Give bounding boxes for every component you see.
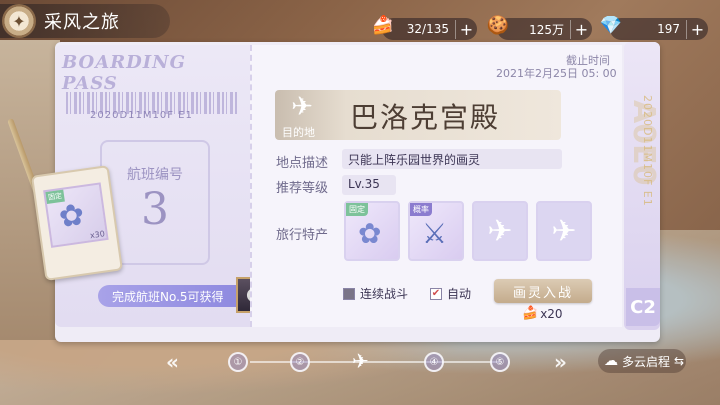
nav-dot-5[interactable]: ⑤ bbox=[490, 352, 510, 372]
location-value: 只能上阵乐园世界的画灵 bbox=[342, 149, 562, 169]
weapon-icon: ⚔ bbox=[422, 217, 448, 250]
nav-dot-2[interactable]: ② bbox=[290, 352, 310, 372]
reward-tag[interactable]: 固定 ✿ x30 bbox=[31, 165, 123, 281]
tag-count: x30 bbox=[89, 229, 106, 241]
airplane-icon: ✈ bbox=[291, 92, 313, 122]
fairy-figure-icon: ✿ bbox=[358, 217, 382, 250]
weather-departure-button[interactable]: ☁ 多云启程 ⇆ bbox=[598, 349, 686, 373]
stub-text: 2020D11M10F E1 bbox=[641, 95, 654, 207]
reward-hint: 完成航班No.5可获得 bbox=[98, 285, 238, 307]
macaron-icon: 🍪 bbox=[486, 14, 510, 36]
specialty-badge-fixed: 固定 bbox=[346, 203, 368, 216]
add-macaron-button[interactable]: + bbox=[570, 19, 592, 39]
prev-page-button[interactable]: « bbox=[166, 350, 179, 374]
airplane-icon: ✈ bbox=[487, 213, 513, 249]
destination-label: 目的地 bbox=[282, 126, 315, 139]
level-value: Lv.35 bbox=[342, 175, 396, 195]
swap-icon: ⇆ bbox=[674, 354, 685, 368]
resource-macaron: 🍪 125万 + bbox=[487, 15, 592, 40]
top-bar: ✦ 采风之旅 🍰 32/135 + 🍪 125万 + 💎 197 + bbox=[0, 0, 720, 42]
stub-code: C2 bbox=[626, 288, 660, 326]
reward-tag-item: 固定 ✿ x30 bbox=[43, 182, 109, 248]
current-flight-plane-icon: ✈ bbox=[352, 349, 369, 373]
cake-icon: 🍰 bbox=[522, 306, 539, 321]
destination-name: 巴洛克宫殿 bbox=[350, 101, 501, 134]
boarding-pass-heading: BOARDING PASS bbox=[62, 52, 187, 94]
level-label: 推荐等级 bbox=[276, 181, 329, 196]
deadline-time: 2021年2月25日 05: 00 bbox=[496, 67, 617, 80]
specialty-badge-chance: 概率 bbox=[410, 203, 432, 216]
resource-gem: 💎 197 + bbox=[600, 15, 708, 40]
specialty-item-1[interactable]: 固定 ✿ bbox=[344, 201, 400, 261]
fairy-figure-icon: ✿ bbox=[56, 197, 87, 236]
nav-dot-4[interactable]: ④ bbox=[424, 352, 444, 372]
add-gem-button[interactable]: + bbox=[686, 19, 708, 39]
emblem-icon: ✦ bbox=[2, 4, 36, 38]
gem-icon: 💎 bbox=[599, 14, 623, 36]
continuous-battle-checkbox[interactable]: 连续战斗 bbox=[343, 285, 408, 302]
auto-label: 自动 bbox=[447, 287, 472, 301]
battle-cost: 🍰 x20 bbox=[522, 306, 563, 321]
cost-value: x20 bbox=[540, 306, 563, 321]
nav-dot-1[interactable]: ① bbox=[228, 352, 248, 372]
nav-track bbox=[250, 361, 500, 363]
checkbox-icon bbox=[343, 287, 355, 300]
next-page-button[interactable]: » bbox=[554, 350, 567, 374]
specialty-label: 旅行特产 bbox=[276, 228, 329, 243]
flight-number: 3 bbox=[141, 184, 169, 235]
cake-icon: 🍰 bbox=[371, 14, 395, 36]
airplane-icon: ✈ bbox=[551, 213, 577, 249]
title-bar[interactable]: ✦ 采风之旅 bbox=[0, 4, 170, 38]
page-title: 采风之旅 bbox=[44, 12, 120, 33]
specialty-item-2[interactable]: 概率 ⚔ bbox=[408, 201, 464, 261]
cloud-icon: ☁ bbox=[604, 353, 618, 369]
checkmark-icon: ✔ bbox=[430, 287, 442, 300]
resource-cake: 🍰 32/135 + bbox=[372, 15, 477, 40]
auto-checkbox[interactable]: ✔ 自动 bbox=[430, 285, 471, 302]
location-label: 地点描述 bbox=[276, 156, 329, 171]
flight-label: 航班编号 bbox=[127, 167, 183, 183]
weather-label: 多云启程 bbox=[622, 354, 671, 369]
specialty-item-empty-1: ✈ bbox=[472, 201, 528, 261]
specialty-item-empty-2: ✈ bbox=[536, 201, 592, 261]
continuous-label: 连续战斗 bbox=[360, 287, 409, 301]
start-battle-button[interactable]: 画灵入战 bbox=[494, 279, 592, 303]
add-cake-button[interactable]: + bbox=[455, 19, 477, 39]
barcode-text: 2020D11M10F E1 bbox=[90, 110, 193, 121]
